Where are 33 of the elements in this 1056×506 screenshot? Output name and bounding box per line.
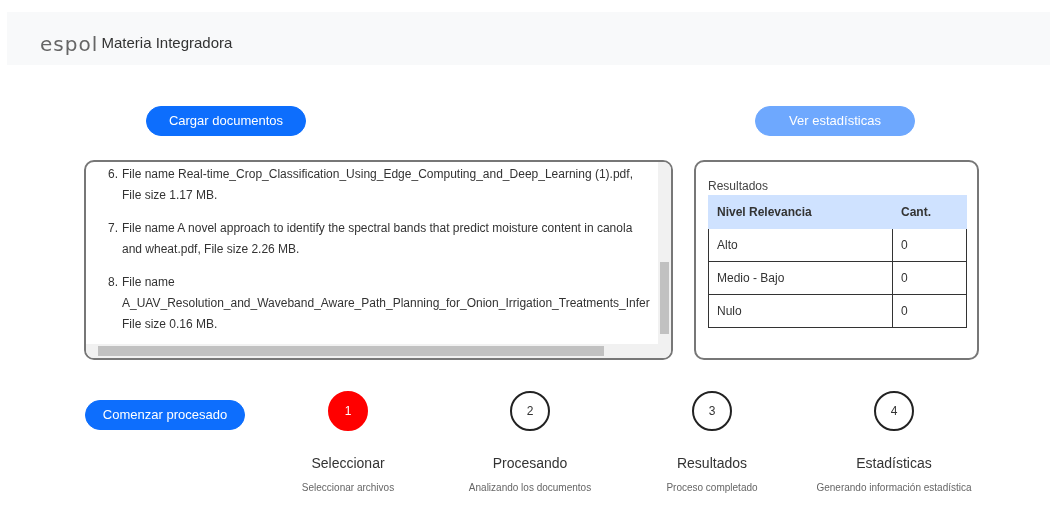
start-processing-button[interactable]: Comenzar procesado xyxy=(85,400,245,430)
table-cell: Nulo xyxy=(708,294,893,328)
file-entry: File name A novel approach to identify the spectral bands that predict moisture content in canola and wheat.pdf, File size 2.26 MB. xyxy=(122,220,634,258)
table-cell: Medio - Bajo xyxy=(708,261,893,295)
step-circle: 3 xyxy=(692,391,732,431)
step-circle: 1 xyxy=(328,391,368,431)
table-cell: Alto xyxy=(708,228,893,262)
logo[interactable]: espol xyxy=(40,33,99,54)
step-circle: 4 xyxy=(874,391,914,431)
step-subtitle: Proceso completado xyxy=(665,481,759,495)
table-caption: Resultados xyxy=(708,178,770,195)
step-subtitle: Seleccionar archivos xyxy=(300,481,396,495)
step-subtitle: Analizando los documentos xyxy=(467,481,593,495)
step-title: Seleccionar xyxy=(310,454,386,473)
step-title: Estadísticas xyxy=(855,454,933,473)
horizontal-scrollbar[interactable] xyxy=(86,344,671,358)
table-cell: 0 xyxy=(892,228,967,262)
app-title: Materia Integradora xyxy=(101,33,233,54)
step-title: Procesando xyxy=(491,454,569,473)
table-cell: 0 xyxy=(892,294,967,328)
upload-button[interactable]: Cargar documentos xyxy=(146,106,306,136)
step-title: Resultados xyxy=(675,454,748,473)
list-number: 6. xyxy=(108,166,119,183)
step-subtitle: Generando información estadística xyxy=(815,481,973,495)
list-number: 7. xyxy=(108,220,119,237)
column-header: Cant. xyxy=(892,195,967,229)
column-header: Nivel Relevancia xyxy=(708,195,893,229)
vertical-scrollbar[interactable] xyxy=(658,162,671,346)
file-entry: File name A_UAV_Resolution_and_Waveband_Aware_Path_Planning_for_Onion_Irrigation_Treatments_Infer File size 0.16 MB. xyxy=(122,274,650,333)
list-number: 8. xyxy=(108,274,119,291)
file-entry: File name Real-time_Crop_Classification_Using_Edge_Computing_and_Deep_Learning (1).pdf, File size 1.17 MB. xyxy=(122,166,634,204)
table-cell: 0 xyxy=(892,261,967,295)
step-circle: 2 xyxy=(510,391,550,431)
